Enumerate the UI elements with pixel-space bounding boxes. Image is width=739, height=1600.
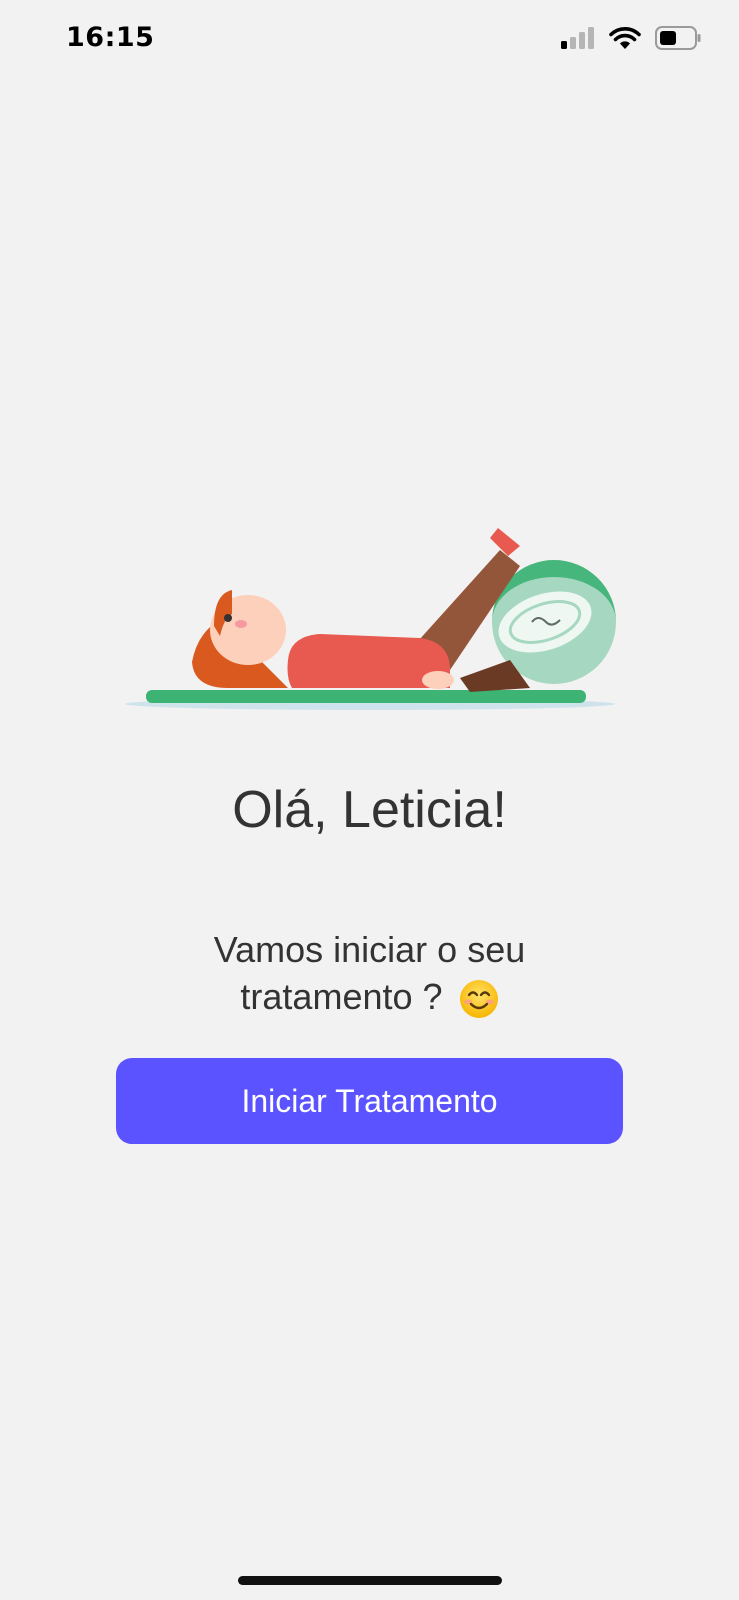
welcome-screen: 16:15 Olá, Leticia! Vamos iniciar o seu … [0, 0, 739, 1600]
signal-icon [561, 27, 594, 49]
status-bar: 16:15 [0, 0, 739, 80]
status-icons [561, 26, 701, 50]
home-indicator[interactable] [238, 1576, 502, 1585]
status-time: 16:15 [66, 22, 155, 53]
greeting-title: Olá, Leticia! [232, 781, 507, 839]
subtitle-line-1: Vamos iniciar o seu [213, 929, 526, 970]
start-treatment-button[interactable]: Iniciar Tratamento [116, 1058, 623, 1144]
woman-exercising-illustration [125, 528, 616, 710]
subtitle-line-2: tratamento ? [240, 976, 443, 1017]
smiling-face-emoji-icon [459, 980, 498, 1019]
battery-icon [655, 26, 701, 50]
wifi-icon [609, 27, 641, 49]
subtitle-text: Vamos iniciar o seu tratamento ? [0, 926, 739, 1020]
